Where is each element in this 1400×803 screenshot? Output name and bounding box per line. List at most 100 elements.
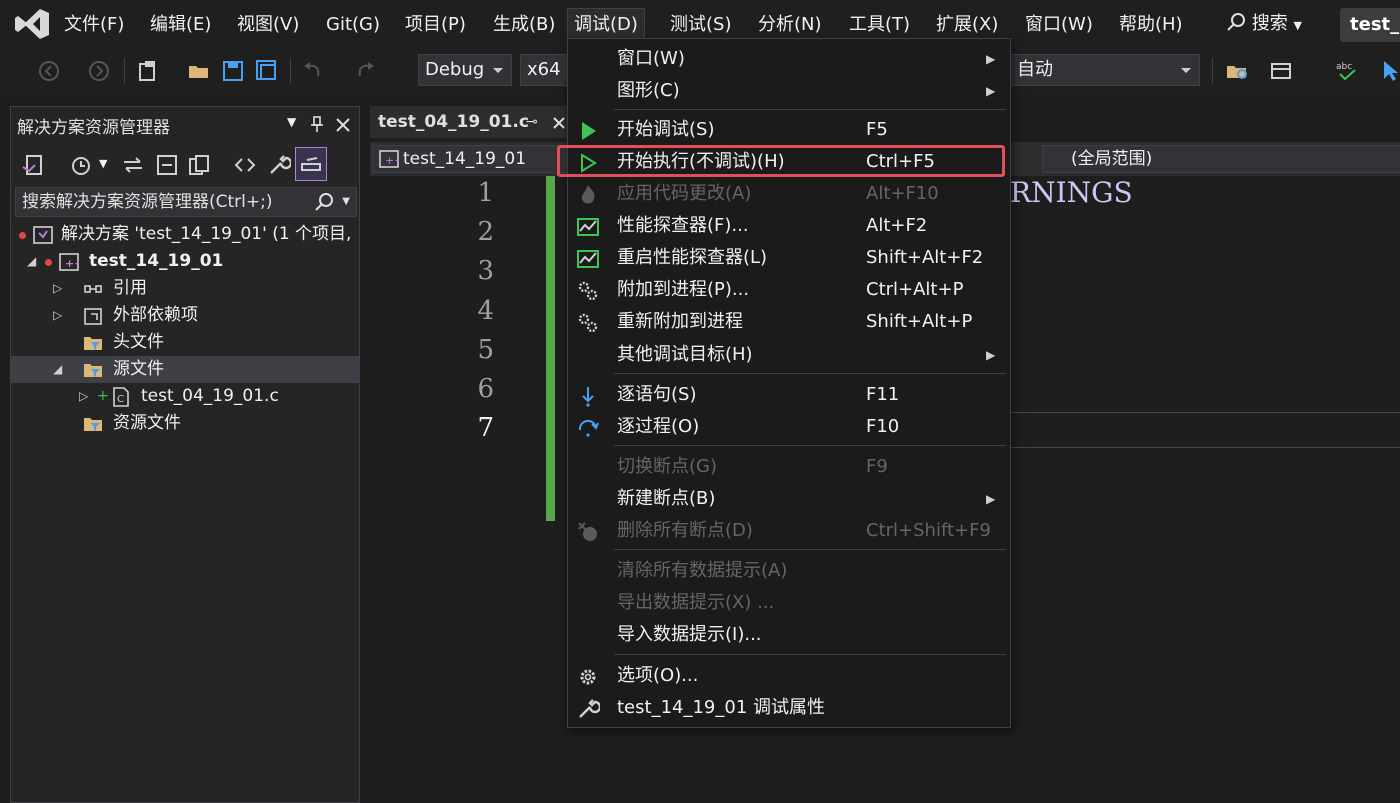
menu-item-debug-properties[interactable]: test_14_19_01 调试属性 xyxy=(568,692,1010,724)
step-into-icon xyxy=(582,387,594,407)
pointer-icon[interactable] xyxy=(1378,58,1400,84)
menu-item-shortcut: Shift+Alt+F2 xyxy=(866,247,984,268)
properties-wrench-icon[interactable] xyxy=(267,153,291,177)
code-view-icon[interactable] xyxy=(233,153,257,177)
panel-menu-icon[interactable]: ▼ xyxy=(287,115,296,129)
menu-item-attach-to-process[interactable]: 附加到进程(P)... Ctrl+Alt+P xyxy=(568,274,1010,306)
solution-icon xyxy=(33,226,53,244)
search-label: 搜索 xyxy=(1251,13,1288,34)
preview-icon xyxy=(301,157,321,171)
menu-item-apply-code-changes[interactable]: 应用代码更改(A) Alt+F10 xyxy=(568,178,1010,210)
tree-item-solution[interactable]: 解决方案 'test_14_19_01' (1 个项目, xyxy=(11,221,359,248)
menu-separator xyxy=(614,109,1006,110)
menu-item-start-debugging[interactable]: 开始调试(S) F5 xyxy=(568,114,1010,146)
tree-item-references[interactable]: ▷ 引用 xyxy=(11,275,359,302)
tree-item-external-deps[interactable]: ▷ 外部依赖项 xyxy=(11,302,359,329)
menu-item-shortcut: Shift+Alt+P xyxy=(866,311,973,332)
menu-file[interactable]: 文件(F) xyxy=(58,10,130,40)
menu-item-reattach-to-process[interactable]: 重新附加到进程 Shift+Alt+P xyxy=(568,306,1010,338)
menu-window[interactable]: 窗口(W) xyxy=(1019,10,1099,40)
history-icon[interactable] xyxy=(69,153,93,177)
menu-item-toggle-breakpoint[interactable]: 切换断点(G) F9 xyxy=(568,451,1010,483)
project-scope-select[interactable]: ++ test_14_19_01 xyxy=(372,145,572,173)
sync-icon[interactable] xyxy=(121,153,145,177)
collapse-all-icon[interactable] xyxy=(155,153,179,177)
filter-folder-icon xyxy=(84,364,102,377)
chevron-down-icon[interactable]: ▼ xyxy=(99,157,107,170)
document-tab[interactable]: test_04_19_01.c ⊸ xyxy=(370,106,570,138)
menu-item-label: 图形(C) xyxy=(617,80,680,101)
search-button[interactable]: 搜索 ▼ xyxy=(1226,10,1302,38)
pin-tab-icon[interactable]: ⊸ xyxy=(526,106,538,138)
show-all-files-icon[interactable] xyxy=(187,153,211,177)
save-all-icon[interactable] xyxy=(254,58,280,84)
navigate-forward-icon[interactable] xyxy=(86,58,112,84)
document-tab-label: test_04_19_01.c xyxy=(378,112,529,132)
tree-item-source-file[interactable]: ▷ + C test_04_19_01.c xyxy=(11,383,359,410)
preview-toggle-button[interactable] xyxy=(295,147,327,181)
hot-reload-flame-icon xyxy=(581,185,595,204)
configuration-select[interactable]: Debug xyxy=(418,54,512,86)
menu-item-other-debug-targets[interactable]: 其他调试目标(H) ▶ xyxy=(568,339,1010,371)
menu-view[interactable]: 视图(V) xyxy=(231,10,305,40)
menu-edit[interactable]: 编辑(E) xyxy=(144,10,217,40)
menu-item-step-into[interactable]: 逐语句(S) F11 xyxy=(568,379,1010,411)
code-text[interactable]: RNINGS xyxy=(1010,176,1133,209)
menu-item-label: 窗口(W) xyxy=(617,48,685,69)
tree-item-header-files[interactable]: 头文件 xyxy=(11,329,359,356)
tree-item-resource-files[interactable]: 资源文件 xyxy=(11,410,359,437)
solution-search-input[interactable]: 搜索解决方案资源管理器(Ctrl+;) ▼ xyxy=(15,187,357,217)
menu-test[interactable]: 测试(S) xyxy=(664,10,737,40)
menu-item-graphics[interactable]: 图形(C) ▶ xyxy=(568,75,1010,107)
menu-tools[interactable]: 工具(T) xyxy=(843,10,916,40)
tree-item-project[interactable]: ◢ ++ test_14_19_01 xyxy=(11,248,359,275)
submenu-arrow-icon: ▶ xyxy=(986,492,996,506)
svg-text:abc: abc xyxy=(1336,62,1352,72)
menu-item-clear-data-tips[interactable]: 清除所有数据提示(A) xyxy=(568,555,1010,587)
pin-icon[interactable] xyxy=(309,115,325,133)
tree-item-source-files[interactable]: ◢ 源文件 xyxy=(11,356,359,383)
menu-item-windows[interactable]: 窗口(W) ▶ xyxy=(568,43,1010,75)
undo-icon[interactable] xyxy=(300,58,326,84)
menu-item-new-breakpoint[interactable]: 新建断点(B) ▶ xyxy=(568,483,1010,515)
new-project-icon[interactable] xyxy=(136,58,162,84)
line-number: 4 xyxy=(477,296,494,326)
menu-item-export-data-tips[interactable]: 导出数据提示(X) ... xyxy=(568,587,1010,619)
tree-label: 外部依赖项 xyxy=(113,305,198,325)
menu-build[interactable]: 生成(B) xyxy=(487,10,561,40)
spell-check-icon[interactable]: abc xyxy=(1334,58,1360,84)
find-in-files-icon[interactable] xyxy=(1224,58,1250,84)
menu-extensions[interactable]: 扩展(X) xyxy=(930,10,1004,40)
menu-project[interactable]: 项目(P) xyxy=(399,10,472,40)
menu-git[interactable]: Git(G) xyxy=(320,10,386,40)
startup-item-select[interactable]: 自动 xyxy=(1010,54,1200,86)
redo-icon[interactable] xyxy=(352,58,378,84)
status-dot xyxy=(19,232,26,239)
close-icon[interactable] xyxy=(335,117,351,133)
open-folder-icon[interactable] xyxy=(186,58,212,84)
menu-item-relaunch-profiler[interactable]: 重启性能探查器(L) Shift+Alt+F2 xyxy=(568,242,1010,274)
solution-switch-icon[interactable] xyxy=(21,153,45,177)
layout-icon[interactable] xyxy=(1268,58,1294,84)
configuration-value: Debug xyxy=(425,59,485,80)
menu-item-performance-profiler[interactable]: 性能探查器(F)... Alt+F2 xyxy=(568,210,1010,242)
step-over-icon xyxy=(578,419,599,437)
save-icon[interactable] xyxy=(220,58,246,84)
menu-help[interactable]: 帮助(H) xyxy=(1113,10,1189,40)
close-tab-icon[interactable] xyxy=(552,116,566,130)
menu-item-options[interactable]: 选项(O)... xyxy=(568,660,1010,692)
play-icon xyxy=(582,122,596,140)
solution-title-chip[interactable]: test_1 xyxy=(1340,8,1400,42)
solution-search-placeholder: 搜索解决方案资源管理器(Ctrl+;) xyxy=(22,192,273,212)
menu-analyze[interactable]: 分析(N) xyxy=(752,10,828,40)
global-scope-select[interactable]: (全局范围) xyxy=(1042,145,1400,173)
menu-item-label: 附加到进程(P)... xyxy=(617,279,750,300)
menu-item-label: 导入数据提示(I)... xyxy=(617,624,762,645)
menu-item-delete-all-breakpoints[interactable]: 删除所有断点(D) Ctrl+Shift+F9 xyxy=(568,515,1010,547)
solution-explorer-title: 解决方案资源管理器 xyxy=(17,118,170,138)
collapsed-caret-icon: ▷ xyxy=(79,389,89,403)
menu-item-import-data-tips[interactable]: 导入数据提示(I)... xyxy=(568,619,1010,651)
menu-item-step-over[interactable]: 逐过程(O) F10 xyxy=(568,411,1010,443)
chevron-down-icon: ▼ xyxy=(342,196,350,207)
navigate-back-icon[interactable] xyxy=(36,58,62,84)
